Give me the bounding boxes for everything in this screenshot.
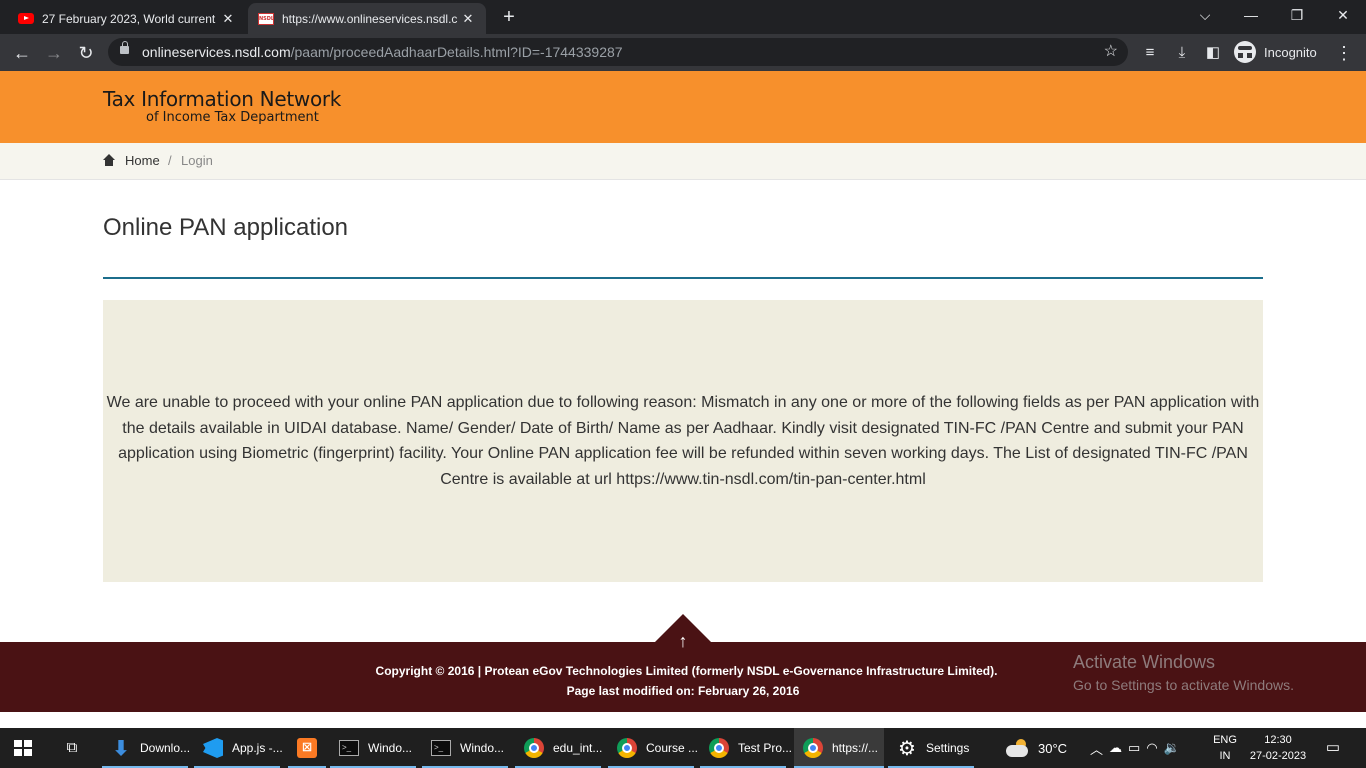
- chrome-icon: [802, 737, 824, 759]
- taskbar-item-settings[interactable]: ⚙ Settings: [888, 728, 974, 768]
- tab-close-icon[interactable]: ✕: [460, 11, 476, 27]
- volume-icon[interactable]: 🔉: [1164, 740, 1186, 756]
- page-bottom-gap: [0, 712, 1366, 728]
- forward-icon[interactable]: →: [40, 39, 68, 67]
- taskbar-item-label: https://...: [832, 741, 879, 755]
- minimize-icon[interactable]: —: [1228, 0, 1274, 30]
- restore-icon[interactable]: ❐: [1274, 0, 1320, 30]
- language-code: ENG: [1213, 734, 1237, 746]
- taskbar-item-label: Course ...: [646, 741, 699, 755]
- lock-icon[interactable]: [120, 41, 129, 54]
- browser-tab-bar: 27 February 2023, World current ✕ NSDL h…: [0, 0, 1366, 34]
- weather-icon[interactable]: [1006, 739, 1030, 757]
- incognito-label: Incognito: [1264, 44, 1317, 60]
- battery-icon[interactable]: ▭: [1128, 740, 1146, 756]
- browser-menu-icon[interactable]: ⋮: [1333, 39, 1355, 67]
- side-panel-icon[interactable]: ◧: [1200, 39, 1226, 67]
- brand-title[interactable]: Tax Information Network: [103, 87, 341, 111]
- tab-title: 27 February 2023, World current: [42, 11, 216, 26]
- taskbar-item-chrome-nsdl[interactable]: https://...: [794, 728, 884, 768]
- region-code: IN: [1219, 750, 1231, 762]
- task-view-icon[interactable]: ⧉: [62, 738, 82, 758]
- language-indicator[interactable]: ENG IN: [1212, 732, 1238, 764]
- taskbar-item-label: Windo...: [368, 741, 413, 755]
- incognito-indicator[interactable]: Incognito: [1234, 40, 1317, 64]
- downloads-icon: ⬇: [112, 737, 130, 760]
- taskbar-item-xampp[interactable]: ☒: [288, 728, 326, 768]
- terminal-icon: >_: [338, 737, 360, 759]
- site-header: Tax Information Network of Income Tax De…: [0, 71, 1366, 143]
- home-icon[interactable]: [103, 154, 115, 167]
- url-text[interactable]: onlineservices.nsdl.com/paam/proceedAadh…: [142, 38, 623, 66]
- onedrive-icon[interactable]: ☁: [1109, 740, 1128, 756]
- tab-close-icon[interactable]: ✕: [220, 11, 236, 27]
- taskbar-item-chrome-course[interactable]: Course ...: [608, 728, 698, 768]
- clock-date: 27-02-2023: [1249, 750, 1307, 762]
- reload-icon[interactable]: ↻: [72, 39, 100, 67]
- error-message-box: We are unable to proceed with your onlin…: [103, 300, 1263, 582]
- chrome-icon: [523, 737, 545, 759]
- youtube-icon: [18, 11, 34, 27]
- new-tab-button[interactable]: +: [498, 5, 520, 29]
- breadcrumb-home-link[interactable]: Home: [125, 153, 160, 168]
- notification-icon[interactable]: ▭: [1323, 738, 1343, 758]
- system-tray-icons[interactable]: ︿ ☁ ▭ ◠ 🔉: [1090, 728, 1186, 768]
- brand-subtitle[interactable]: of Income Tax Department: [146, 110, 319, 125]
- taskbar-item-label: Downlo...: [140, 741, 191, 755]
- breadcrumb-separator: /: [168, 153, 172, 168]
- taskbar-item-downloads[interactable]: ⬇ Downlo...: [102, 728, 191, 768]
- taskbar-item-label: Windo...: [460, 741, 505, 755]
- terminal-icon: >_: [430, 737, 452, 759]
- windows-start-icon[interactable]: [14, 740, 32, 756]
- tab-search-icon[interactable]: ⌵: [1182, 0, 1228, 30]
- bookmark-star-icon[interactable]: ☆: [1104, 38, 1118, 66]
- nsdl-favicon: NSDL: [258, 11, 274, 27]
- weather-temperature[interactable]: 30°C: [1038, 728, 1067, 768]
- media-control-icon[interactable]: ≡: [1137, 39, 1163, 67]
- taskbar-item-chrome-test[interactable]: Test Pro...: [700, 728, 792, 768]
- taskbar-item-label: App.js -...: [232, 741, 283, 755]
- chrome-icon: [616, 737, 638, 759]
- browser-toolbar: ← → ↻ onlineservices.nsdl.com/paam/proce…: [0, 34, 1366, 71]
- arrow-up-icon[interactable]: ↑: [674, 630, 692, 652]
- breadcrumb-current: Login: [181, 153, 213, 168]
- address-bar[interactable]: onlineservices.nsdl.com/paam/proceedAadh…: [108, 38, 1128, 66]
- windows-taskbar: ⧉ ⬇ Downlo... App.js -... ☒ >_ Windo... …: [0, 728, 1366, 768]
- tab-nsdl[interactable]: NSDL https://www.onlineservices.nsdl.c ✕: [248, 3, 486, 34]
- system-clock[interactable]: 12:30 27-02-2023: [1246, 732, 1310, 764]
- vscode-icon: [202, 737, 224, 759]
- chevron-up-icon[interactable]: ︿: [1090, 739, 1109, 758]
- taskbar-item-label: Settings: [926, 741, 970, 755]
- activate-windows-subtitle: Go to Settings to activate Windows.: [1073, 677, 1294, 693]
- download-icon[interactable]: ⤓: [1169, 39, 1195, 67]
- wifi-icon[interactable]: ◠: [1146, 740, 1163, 756]
- close-window-icon[interactable]: ✕: [1320, 0, 1366, 30]
- clock-time: 12:30: [1264, 734, 1292, 746]
- taskbar-item-label: edu_int...: [553, 741, 603, 755]
- gear-icon: ⚙: [898, 737, 916, 760]
- activate-windows-title: Activate Windows: [1073, 652, 1216, 672]
- taskbar-item-label: Test Pro...: [738, 741, 793, 755]
- breadcrumb: Home / Login: [0, 143, 1366, 180]
- taskbar-item-terminal-2[interactable]: >_ Windo...: [422, 728, 508, 768]
- chrome-icon: [708, 737, 730, 759]
- taskbar-item-chrome-edu[interactable]: edu_int...: [515, 728, 603, 768]
- error-message-text: We are unable to proceed with your onlin…: [106, 394, 1260, 488]
- tab-title: https://www.onlineservices.nsdl.c: [282, 11, 458, 26]
- tab-youtube[interactable]: 27 February 2023, World current ✕: [8, 3, 246, 34]
- taskbar-item-terminal-1[interactable]: >_ Windo...: [330, 728, 416, 768]
- page-title: Online PAN application: [103, 214, 349, 241]
- taskbar-item-vscode[interactable]: App.js -...: [194, 728, 283, 768]
- site-footer: Copyright © 2016 | Protean eGov Technolo…: [0, 642, 1366, 712]
- title-divider: [103, 277, 1263, 279]
- back-icon[interactable]: ←: [8, 39, 36, 67]
- incognito-icon: [1234, 41, 1256, 63]
- xampp-icon: ☒: [296, 737, 318, 759]
